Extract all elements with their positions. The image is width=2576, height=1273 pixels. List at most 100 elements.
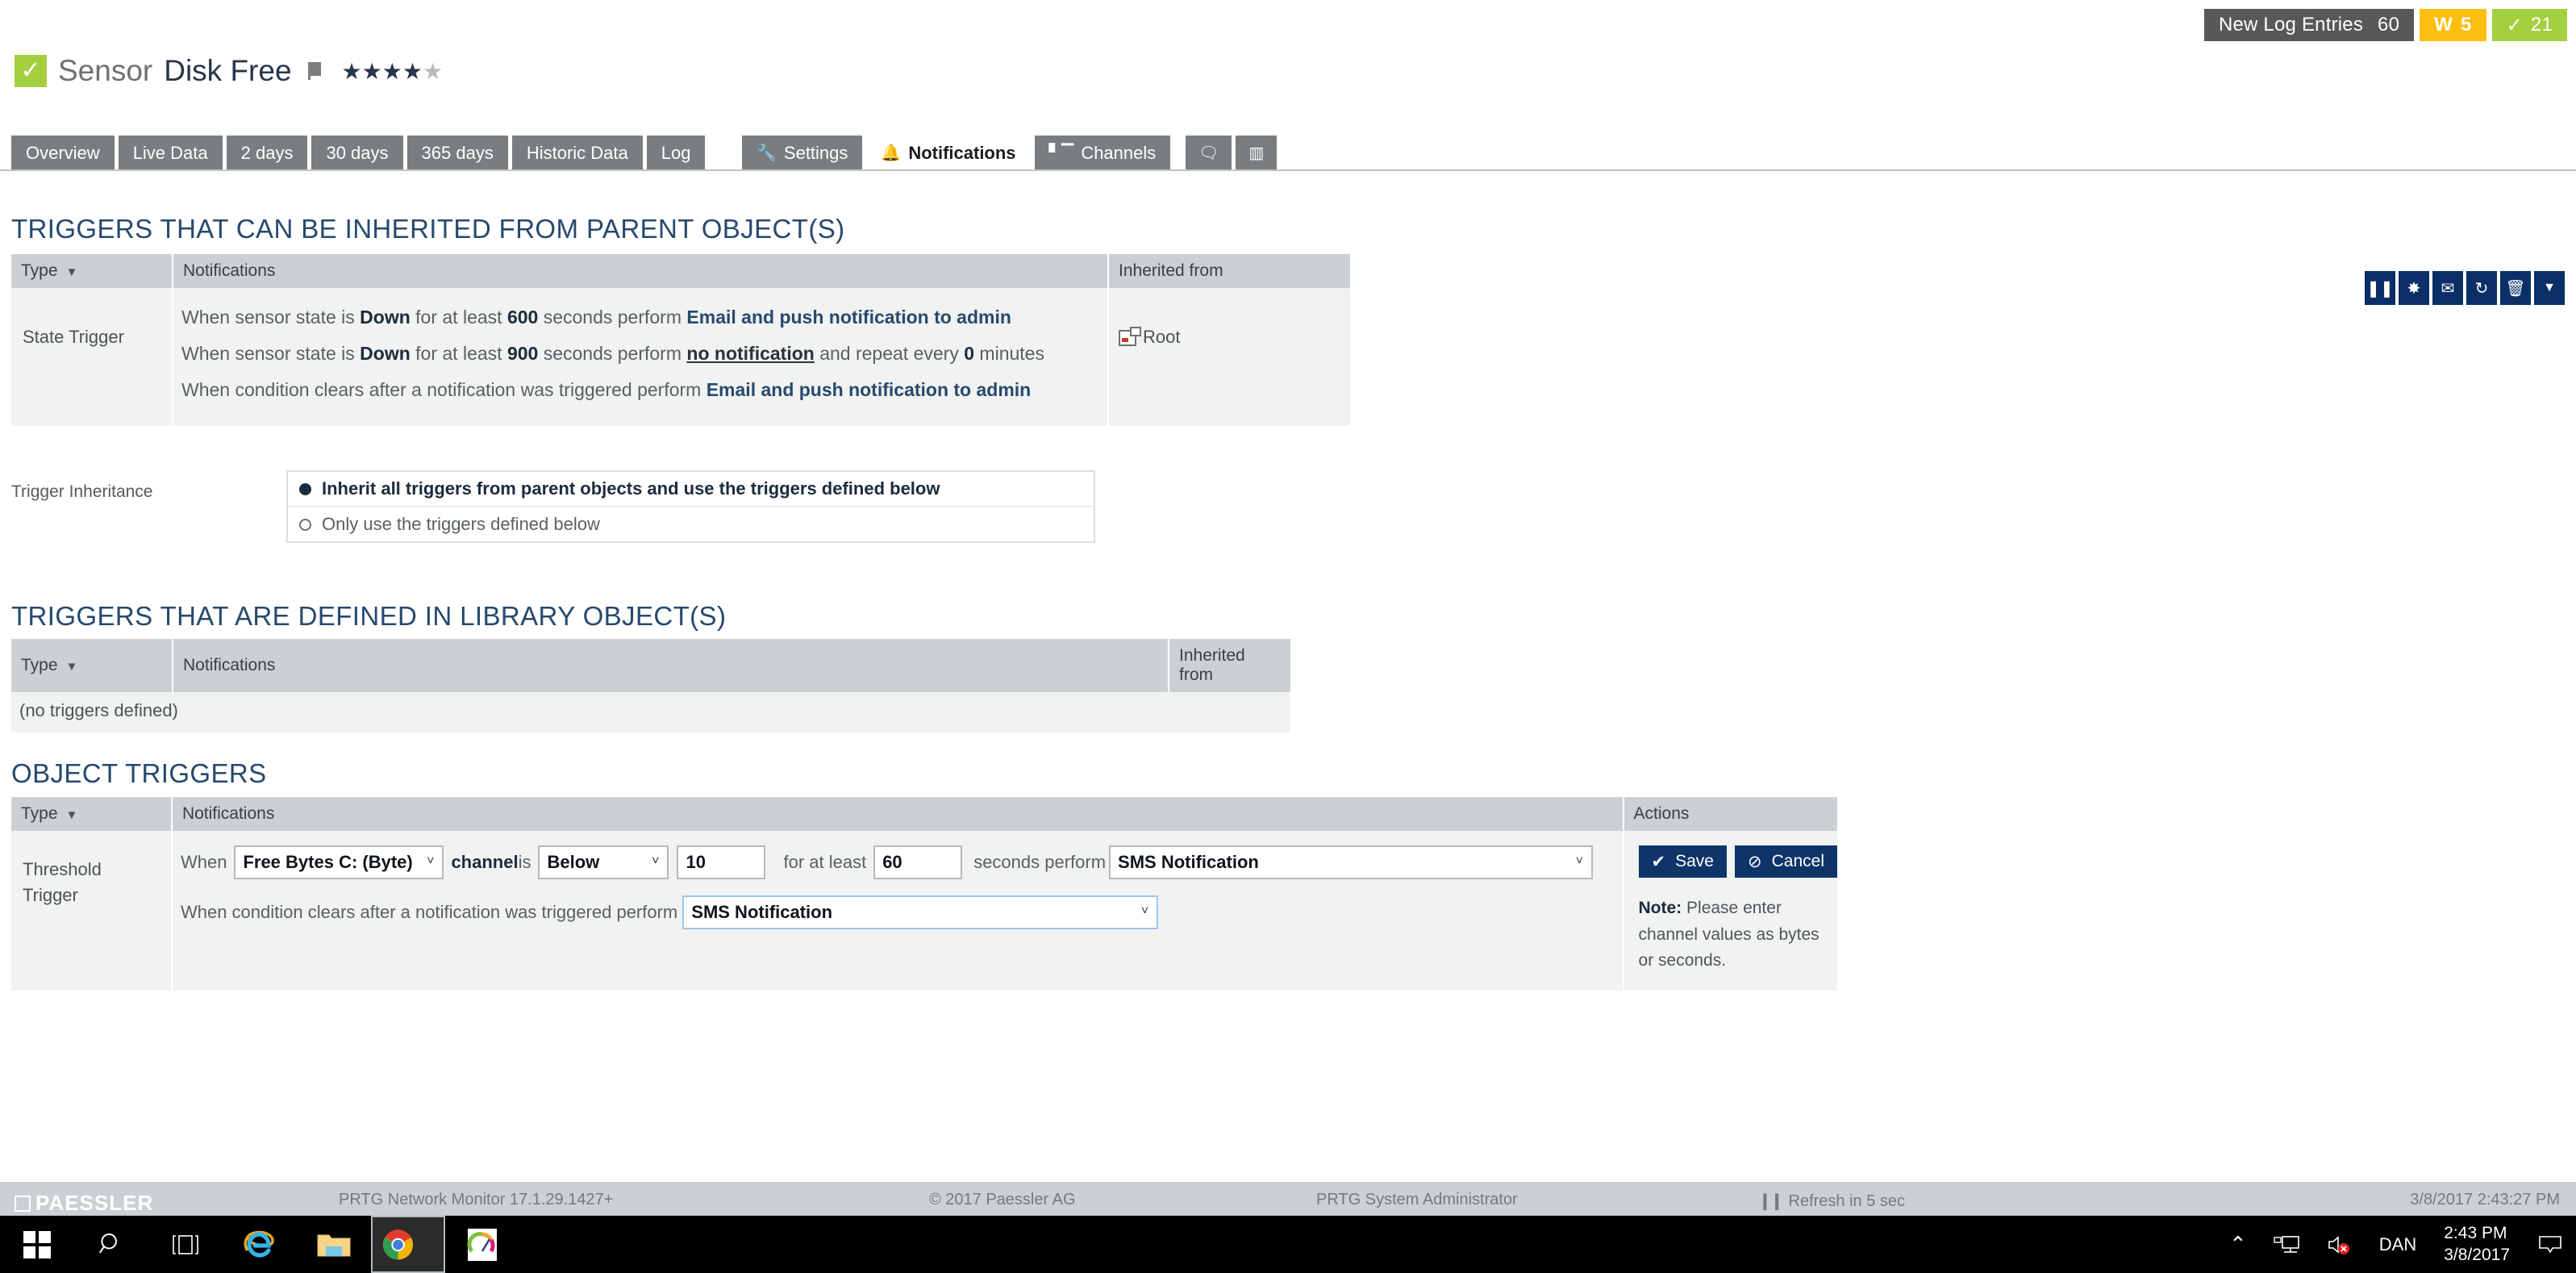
paessler-logo: PAESSLER bbox=[15, 1191, 153, 1216]
column-header-actions[interactable]: Actions bbox=[1623, 797, 1837, 831]
column-header-notifications[interactable]: Notifications bbox=[171, 797, 1624, 831]
notification-link[interactable]: Email and push notification to admin bbox=[707, 379, 1032, 400]
search-button[interactable] bbox=[74, 1216, 148, 1273]
file-explorer-button[interactable] bbox=[297, 1216, 371, 1273]
column-header-inherited-from[interactable]: Inherited from bbox=[1108, 254, 1350, 288]
status-badge-new-log-entries[interactable]: New Log Entries 60 bbox=[2203, 9, 2415, 41]
library-empty-cell: (no triggers defined) bbox=[11, 692, 1290, 732]
seg-text: for at least bbox=[410, 343, 507, 364]
more-options-button[interactable]: ▼ bbox=[2534, 271, 2565, 305]
refresh-status[interactable]: ❙❙ Refresh in 5 sec bbox=[1758, 1191, 1905, 1211]
radio-only-defined[interactable]: Only use the triggers defined below bbox=[288, 506, 1094, 541]
folder-icon bbox=[317, 1234, 351, 1256]
save-button[interactable]: ✔ Save bbox=[1638, 845, 1727, 878]
pause-icon: ❙❙ bbox=[1758, 1192, 1783, 1210]
network-status-button[interactable] bbox=[2260, 1216, 2313, 1273]
clock-date: 3/8/2017 bbox=[2444, 1245, 2510, 1264]
windows-logo-icon bbox=[23, 1230, 51, 1258]
keyboard-layout-label: DAN bbox=[2378, 1233, 2417, 1254]
scan-now-button[interactable]: ↻ bbox=[2466, 271, 2497, 305]
seg-text: seconds perform bbox=[538, 343, 687, 364]
seconds-input[interactable]: 60 bbox=[873, 845, 963, 879]
threshold-trigger-editor: When Free Bytes C: (Byte) ˅ channel is B… bbox=[171, 831, 1624, 991]
actions-cell: ✔ Save ⊘ Cancel Note: Please enter chann… bbox=[1623, 831, 1837, 991]
notification-link[interactable]: Email and push notification to admin bbox=[686, 307, 1011, 328]
cancel-button[interactable]: ⊘ Cancel bbox=[1735, 845, 1837, 878]
tab-365-days[interactable]: 365 days bbox=[406, 136, 508, 171]
prtg-app-button[interactable] bbox=[445, 1216, 519, 1273]
volume-button[interactable] bbox=[2313, 1216, 2366, 1273]
column-header-type-label: Type bbox=[21, 804, 58, 823]
trigger-type-cell: State Trigger bbox=[11, 288, 173, 426]
clock-button[interactable]: 2:43 PM 3/8/2017 bbox=[2429, 1216, 2524, 1273]
keyboard-layout-button[interactable]: DAN bbox=[2366, 1216, 2429, 1273]
send-email-button[interactable]: ✉ bbox=[2432, 271, 2463, 305]
column-header-inherited-from-label: Inherited from bbox=[1119, 261, 1223, 280]
table-header-row: Type ▼ Notifications Inherited from bbox=[11, 639, 1290, 692]
action-center-button[interactable] bbox=[2524, 1216, 2576, 1273]
chevron-down-icon: ▼ bbox=[2543, 281, 2556, 294]
column-header-type[interactable]: Type ▼ bbox=[11, 639, 173, 692]
radio-inherit-all-label: Inherit all triggers from parent objects… bbox=[322, 478, 940, 499]
inherited-triggers-table: Type ▼ Notifications Inherited from State… bbox=[11, 254, 1350, 426]
tab-30-days[interactable]: 30 days bbox=[311, 136, 403, 171]
column-header-notifications[interactable]: Notifications bbox=[173, 639, 1169, 692]
clear-notification-select[interactable]: SMS Notification ˅ bbox=[682, 895, 1159, 929]
paessler-brand-label: PAESSLER bbox=[35, 1191, 154, 1215]
datetime-label: 3/8/2017 2:43:27 PM bbox=[2410, 1191, 2560, 1208]
pause-button[interactable]: ❚❚ bbox=[2365, 271, 2395, 305]
tab-channels[interactable]: ▘▔ Channels bbox=[1034, 136, 1171, 171]
object-triggers-table: Type ▼ Notifications Actions Threshold Tr… bbox=[11, 797, 1837, 991]
library-triggers-table: Type ▼ Notifications Inherited from (no t… bbox=[11, 639, 1290, 732]
seg-state: Down bbox=[360, 343, 411, 364]
tab-notifications[interactable]: 🔔 Notifications bbox=[866, 136, 1031, 171]
tray-expand-button[interactable]: ⌃ bbox=[2216, 1216, 2260, 1273]
priority-stars[interactable]: ★★★★★ bbox=[342, 58, 444, 85]
no-notification-link[interactable]: no notification bbox=[686, 343, 814, 364]
new-ticket-button[interactable]: ✸ bbox=[2399, 271, 2429, 305]
object-triggers-heading: OBJECT TRIGGERS bbox=[11, 758, 267, 788]
refresh-label: Refresh in 5 sec bbox=[1788, 1192, 1906, 1210]
radio-dot-selected-icon bbox=[299, 482, 311, 495]
condition-select[interactable]: Below ˅ bbox=[538, 845, 669, 879]
tab-2-days[interactable]: 2 days bbox=[226, 136, 308, 171]
bar-chart-icon: ▘▔ bbox=[1048, 144, 1074, 162]
tab-comments[interactable]: 🗨 bbox=[1186, 136, 1232, 171]
trash-icon: 🗑 bbox=[2505, 279, 2526, 298]
tab-365-days-label: 365 days bbox=[421, 143, 494, 163]
tab-log[interactable]: Log bbox=[646, 136, 706, 171]
sort-caret-icon: ▼ bbox=[65, 660, 78, 674]
tab-overview[interactable]: Overview bbox=[11, 136, 115, 171]
channel-select[interactable]: Free Bytes C: (Byte) ˅ bbox=[234, 845, 444, 879]
delete-button[interactable]: 🗑 bbox=[2500, 271, 2531, 305]
object-toolbar: ❚❚ ✸ ✉ ↻ 🗑 ▼ bbox=[2365, 271, 2565, 305]
notification-select[interactable]: SMS Notification ˅ bbox=[1109, 845, 1594, 879]
trigger-inheritance-options: Inherit all triggers from parent objects… bbox=[286, 470, 1095, 543]
tab-history[interactable]: ▥ bbox=[1236, 136, 1278, 171]
threshold-value-input[interactable]: 10 bbox=[677, 845, 766, 879]
tab-settings[interactable]: 🔧 Settings bbox=[742, 136, 863, 171]
chrome-button[interactable] bbox=[371, 1216, 445, 1273]
column-header-type[interactable]: Type ▼ bbox=[11, 797, 173, 831]
clock-time: 2:43 PM bbox=[2444, 1224, 2507, 1243]
tab-live-data[interactable]: Live Data bbox=[118, 136, 223, 171]
column-header-notifications[interactable]: Notifications bbox=[173, 254, 1109, 288]
column-header-type[interactable]: Type ▼ bbox=[11, 254, 173, 288]
radio-inherit-all[interactable]: Inherit all triggers from parent objects… bbox=[288, 472, 1094, 506]
start-button[interactable] bbox=[0, 1216, 74, 1273]
status-badge-warning[interactable]: W 5 bbox=[2420, 9, 2486, 41]
column-header-notifications-label: Notifications bbox=[183, 656, 276, 674]
inherited-from-label[interactable]: Root bbox=[1143, 327, 1180, 347]
column-header-inherited-from[interactable]: Inherited from bbox=[1169, 639, 1290, 692]
tab-historic-data[interactable]: Historic Data bbox=[511, 136, 643, 171]
prtg-notifications-page: New Log Entries 60 W 5 ✓ 21 ✓ Sensor Dis… bbox=[0, 0, 2576, 1273]
task-view-button[interactable] bbox=[148, 1216, 223, 1273]
tab-channels-label: Channels bbox=[1081, 143, 1157, 163]
trigger-line-1: When sensor state is Down for at least 6… bbox=[173, 299, 1107, 336]
condition-clears-row: When condition clears after a notificati… bbox=[173, 895, 1623, 929]
trigger-line-2: When sensor state is Down for at least 9… bbox=[173, 336, 1107, 372]
internet-explorer-button[interactable] bbox=[223, 1216, 297, 1273]
chevron-down-icon: ˅ bbox=[1575, 854, 1584, 869]
windows-taskbar: ⌃ DAN 2:43 PM 3/8/2017 bbox=[0, 1216, 2576, 1273]
status-badge-up[interactable]: ✓ 21 bbox=[2491, 9, 2567, 41]
